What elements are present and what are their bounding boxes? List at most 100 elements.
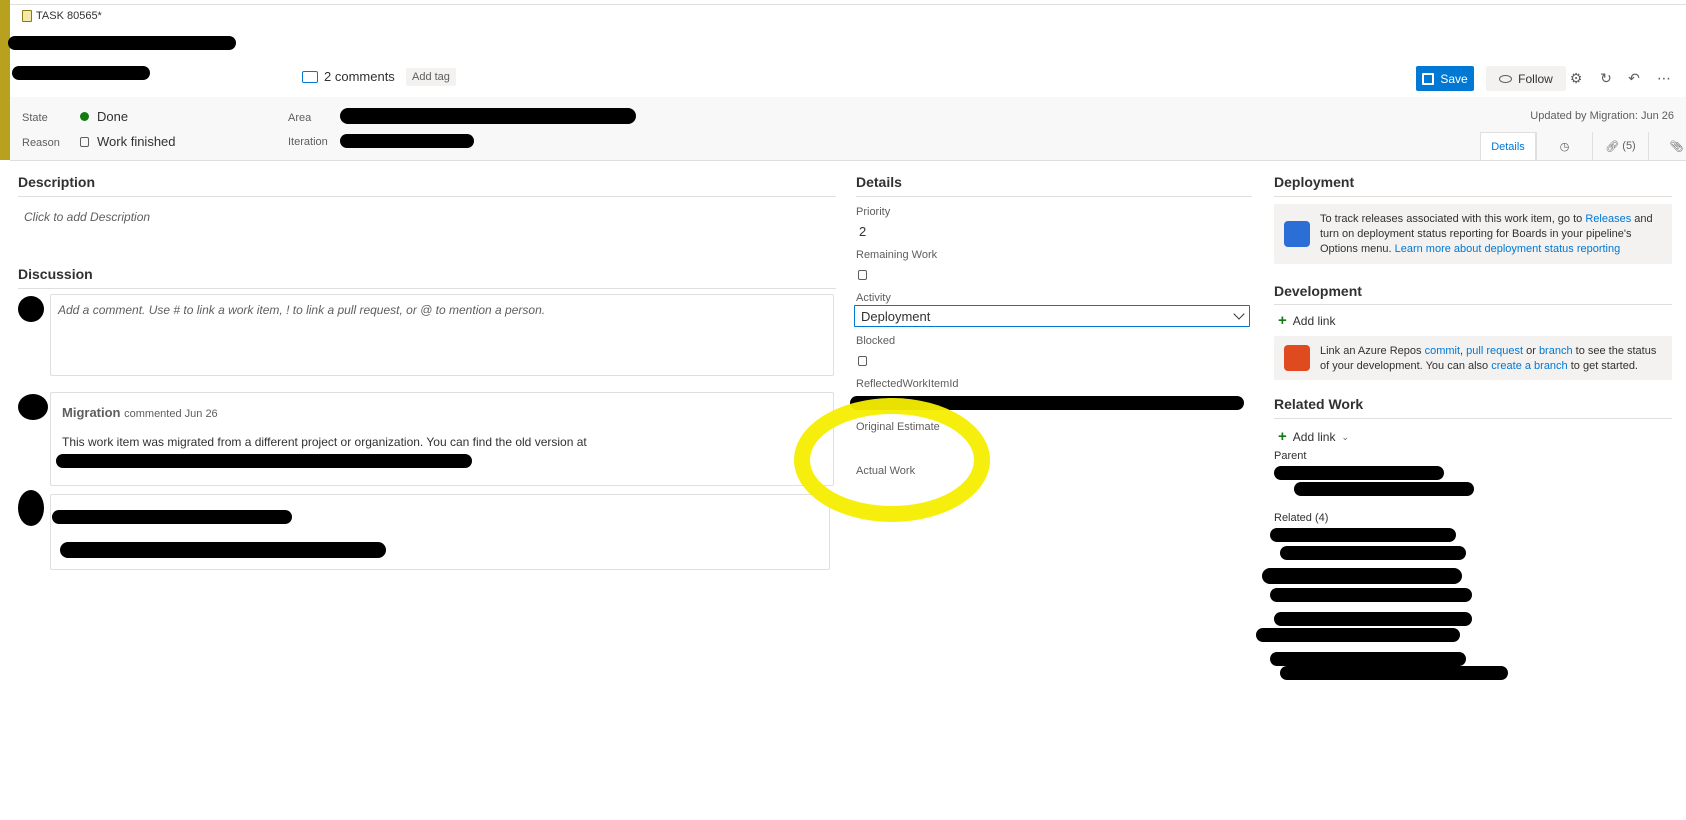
- work-item-type-label: TASK 80565*: [22, 10, 102, 22]
- blocked-field: [858, 354, 867, 369]
- redacted-parent: [1294, 482, 1474, 496]
- discussion-divider: [18, 288, 836, 289]
- state-label: State: [22, 112, 48, 124]
- comment-input[interactable]: Add a comment. Use # to link a work item…: [58, 303, 545, 317]
- comment-author: Migration: [62, 405, 121, 420]
- activity-select[interactable]: Deployment: [854, 305, 1250, 327]
- link-icon: 🔗︎: [1605, 140, 1620, 153]
- work-item-fields-band: [10, 97, 1686, 161]
- related-add-link-button[interactable]: + Add link ⌄: [1278, 428, 1350, 445]
- more-actions-icon[interactable]: ⋯: [1656, 70, 1672, 86]
- done-status-icon: [80, 112, 89, 121]
- comment-icon: [302, 70, 318, 83]
- links-count: (5): [1622, 140, 1636, 152]
- comment-header: Migration commented Jun 26: [62, 405, 218, 420]
- description-divider: [18, 196, 836, 197]
- deployment-text: To track releases associated with this w…: [1320, 213, 1586, 225]
- reason-value: Work finished: [97, 134, 176, 149]
- priority-field[interactable]: 2: [859, 224, 866, 239]
- eye-icon: [1499, 74, 1513, 83]
- deployment-divider: [1274, 196, 1672, 197]
- development-text: or: [1523, 345, 1539, 357]
- tab-details[interactable]: Details: [1480, 132, 1536, 160]
- work-item-type-color-bar: [0, 0, 10, 160]
- follow-button[interactable]: Follow: [1486, 66, 1566, 91]
- area-label: Area: [288, 112, 312, 124]
- state-value: Done: [97, 109, 129, 124]
- history-icon: ◷: [1559, 140, 1570, 153]
- development-divider: [1274, 304, 1672, 305]
- development-add-link-button[interactable]: + Add link: [1278, 313, 1335, 328]
- redacted-related-item: [1270, 588, 1472, 602]
- comments-link[interactable]: 2 comments: [302, 69, 395, 84]
- priority-label: Priority: [856, 206, 891, 218]
- blocked-label: Blocked: [856, 335, 896, 347]
- redacted-iteration: [340, 134, 474, 148]
- chevron-down-icon: ⌄: [1341, 431, 1350, 442]
- description-field[interactable]: Click to add Description: [24, 210, 150, 224]
- comment-card: [50, 494, 830, 570]
- comment-input-box[interactable]: Add a comment. Use # to link a work item…: [50, 294, 834, 376]
- paperclip-icon: 📎︎: [1669, 140, 1684, 153]
- gear-icon[interactable]: ⚙: [1568, 70, 1584, 86]
- development-text: Link an Azure Repos: [1320, 345, 1425, 357]
- redacted-comment-text: [60, 542, 386, 558]
- redacted-area: [340, 108, 636, 124]
- development-info: Link an Azure Repos commit, pull request…: [1274, 336, 1672, 380]
- plus-icon: +: [1278, 428, 1287, 445]
- top-divider: [10, 4, 1686, 5]
- comment-meta: commented Jun 26: [124, 408, 218, 420]
- save-button[interactable]: Save: [1416, 66, 1474, 91]
- description-title: Description: [18, 174, 96, 190]
- deployment-title: Deployment: [1274, 174, 1355, 190]
- comments-count: 2 comments: [324, 69, 395, 84]
- create-branch-link[interactable]: create a branch: [1491, 360, 1567, 372]
- comment-card: Migration commented Jun 26 This work ite…: [50, 392, 834, 486]
- undo-icon[interactable]: ↶: [1626, 70, 1642, 86]
- add-link-label: Add link: [1292, 430, 1336, 444]
- iteration-label: Iteration: [288, 136, 328, 148]
- refresh-icon[interactable]: ↻: [1598, 70, 1614, 86]
- discussion-title: Discussion: [18, 266, 93, 282]
- updated-info: Updated by Migration: Jun 26: [1530, 110, 1674, 122]
- related-label: Related (4): [1274, 512, 1329, 524]
- redacted-related-item: [1280, 546, 1466, 560]
- tab-history[interactable]: ◷: [1536, 132, 1592, 160]
- related-work-divider: [1274, 418, 1672, 419]
- commit-link[interactable]: commit: [1425, 345, 1460, 357]
- details-divider: [856, 196, 1252, 197]
- reason-label: Reason: [22, 137, 60, 149]
- tab-links[interactable]: 🔗︎ (5): [1592, 132, 1648, 160]
- work-item-id: TASK 80565*: [36, 10, 102, 22]
- lock-icon: [858, 270, 867, 280]
- learn-more-link[interactable]: Learn more about deployment status repor…: [1395, 243, 1621, 255]
- reflected-id-label: ReflectedWorkItemId: [856, 378, 959, 390]
- add-tag-button[interactable]: Add tag: [406, 68, 456, 86]
- redacted-title: [8, 36, 236, 50]
- tab-attachments[interactable]: 📎︎: [1648, 132, 1686, 160]
- lock-icon: [858, 356, 867, 366]
- redacted-related-item: [1270, 652, 1466, 666]
- avatar: [18, 296, 44, 322]
- activity-value: Deployment: [861, 308, 931, 324]
- remaining-work-field: [858, 268, 867, 283]
- lock-icon: [80, 136, 89, 147]
- follow-label: Follow: [1518, 71, 1553, 86]
- releases-link[interactable]: Releases: [1585, 213, 1631, 225]
- development-text: to get started.: [1567, 360, 1638, 372]
- parent-label: Parent: [1274, 450, 1307, 462]
- redacted-assignee: [12, 66, 150, 80]
- state-field[interactable]: Done: [80, 109, 128, 124]
- comment-text: This work item was migrated from a diffe…: [62, 435, 587, 449]
- pull-request-link[interactable]: pull request: [1466, 345, 1523, 357]
- remaining-work-label: Remaining Work: [856, 249, 938, 261]
- redacted-comment-header: [52, 510, 292, 524]
- details-title: Details: [856, 174, 902, 190]
- branch-link[interactable]: branch: [1539, 345, 1573, 357]
- redacted-link: [56, 454, 472, 468]
- save-icon: [1422, 72, 1435, 85]
- redacted-parent: [1274, 466, 1444, 480]
- redacted-related-item: [1270, 528, 1456, 542]
- redacted-related-item: [1262, 568, 1462, 584]
- development-title: Development: [1274, 283, 1362, 299]
